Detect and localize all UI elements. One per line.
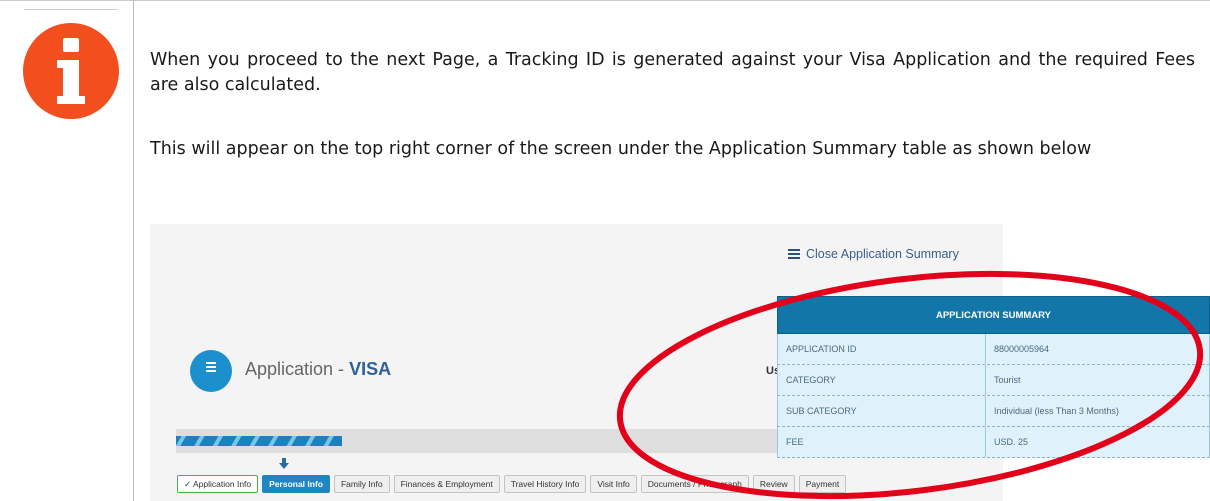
close-summary-label: Close Application Summary: [806, 247, 959, 261]
location-paragraph: This will appear on the top right corner…: [150, 139, 1092, 159]
menu-icon: [788, 249, 800, 259]
progress-fill: [176, 436, 342, 446]
wizard-step[interactable]: Finances & Employment: [393, 475, 500, 493]
down-arrow-icon: [278, 458, 290, 473]
highlight-ellipse: [616, 270, 1204, 500]
wizard-step[interactable]: Personal Info: [262, 475, 330, 493]
info-icon: [23, 23, 119, 119]
instruction-page: When you proceed to the next Page, a Tra…: [0, 0, 1210, 501]
top-divider: [0, 0, 1210, 1]
column-divider: [133, 0, 134, 501]
app-title-type: VISA: [349, 359, 392, 379]
application-title: Application - VISA: [245, 359, 391, 380]
left-column-divider: [24, 9, 118, 10]
application-icon: [190, 350, 232, 392]
wizard-step[interactable]: ✓ Application Info: [177, 475, 259, 493]
wizard-step[interactable]: Family Info: [333, 475, 390, 493]
intro-paragraph: When you proceed to the next Page, a Tra…: [150, 50, 1195, 95]
close-summary-link[interactable]: Close Application Summary: [788, 247, 959, 261]
app-title-prefix: Application -: [245, 359, 350, 379]
